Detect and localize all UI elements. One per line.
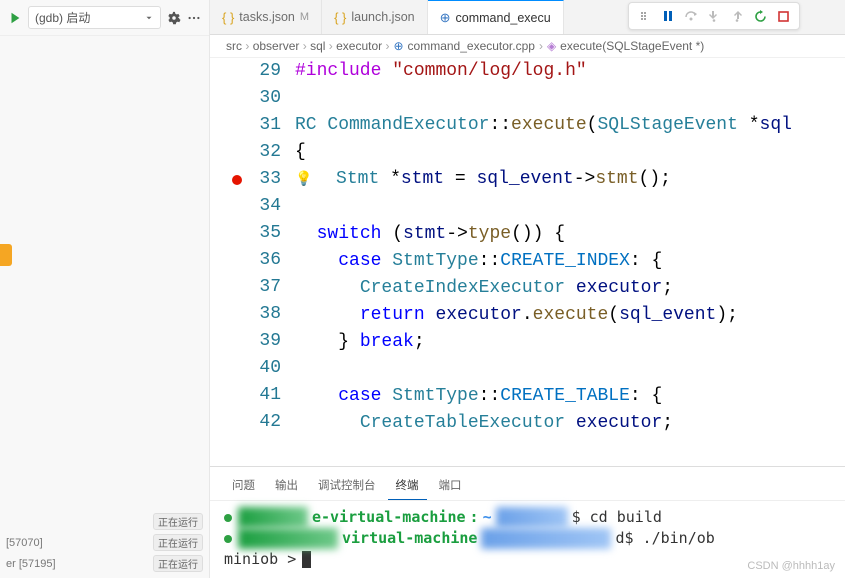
step-into-icon[interactable]	[704, 6, 724, 26]
tab-command_execu[interactable]: ⊕ command_execu	[428, 0, 564, 34]
line-number: 35	[210, 220, 281, 247]
code-line[interactable]: 💡 Stmt *stmt = sql_event->stmt();	[295, 166, 845, 194]
json-icon: { }	[222, 10, 234, 25]
tab-bar: { } tasks.json M { } launch.json ⊕ command_exe…	[210, 0, 845, 35]
code-line[interactable]: RC CommandExecutor::execute(SQLStageEven…	[295, 112, 845, 139]
panel-tab-1[interactable]: 输出	[267, 471, 306, 500]
line-gutter: 2930313233343536373839404142	[210, 58, 295, 466]
code-line[interactable]: case StmtType::CREATE_INDEX: {	[295, 248, 845, 275]
collapsed-section-handle[interactable]	[0, 244, 12, 266]
terminal-host: e-virtual-machine	[312, 507, 466, 528]
line-number: 42	[210, 409, 281, 436]
breadcrumb-segment[interactable]: observer	[253, 39, 300, 53]
line-number: 39	[210, 328, 281, 355]
sidebar: (gdb) 启动 正在运行 [57070] 正在运行 er [5719	[0, 0, 210, 578]
sidebar-body	[0, 36, 209, 507]
redacted-user: xxxx	[238, 507, 308, 528]
json-icon: { }	[334, 10, 346, 25]
code-line[interactable]: CreateTableExecutor executor;	[295, 410, 845, 437]
stop-icon[interactable]	[773, 6, 793, 26]
code-line[interactable]: switch (stmt->type()) {	[295, 221, 845, 248]
process-row[interactable]: er [57195] 正在运行	[6, 553, 203, 574]
terminal-prompt: miniob >	[224, 549, 296, 570]
code-editor[interactable]: 2930313233343536373839404142 #include "c…	[210, 58, 845, 466]
running-dot-icon	[224, 514, 232, 522]
code-line[interactable]: case StmtType::CREATE_TABLE: {	[295, 383, 845, 410]
panel-tab-0[interactable]: 问题	[224, 471, 263, 500]
code-line[interactable]: } break;	[295, 329, 845, 356]
breadcrumb-segment[interactable]: src	[226, 39, 242, 53]
breakpoint-icon[interactable]	[232, 175, 242, 185]
drag-handle-icon[interactable]	[635, 6, 655, 26]
terminal-cmd: d$ ./bin/ob	[615, 528, 714, 549]
process-label: [57070]	[6, 537, 43, 549]
terminal-host: virtual-machine	[342, 528, 477, 549]
panel-tab-4[interactable]: 端口	[431, 471, 470, 500]
watermark: CSDN @hhhh1ay	[747, 560, 835, 572]
terminal-cmd: $ cd build	[572, 507, 662, 528]
line-number: 41	[210, 382, 281, 409]
code-line[interactable]	[295, 356, 845, 383]
line-number: 38	[210, 301, 281, 328]
redacted-user: xxxx	[238, 528, 338, 549]
code-line[interactable]	[295, 85, 845, 112]
step-out-icon[interactable]	[727, 6, 747, 26]
code-line[interactable]: {	[295, 139, 845, 166]
cpp-file-icon: ⊕	[393, 39, 403, 53]
debug-config-bar: (gdb) 启动	[0, 0, 209, 36]
panel-tab-3[interactable]: 终端	[388, 471, 427, 500]
start-debug-icon[interactable]	[8, 11, 22, 25]
call-stack: 正在运行 [57070] 正在运行 er [57195] 正在运行	[0, 507, 209, 578]
cpp-icon: ⊕	[440, 10, 451, 26]
process-row[interactable]: 正在运行	[6, 511, 203, 532]
code-line[interactable]: return executor.execute(sql_event);	[295, 302, 845, 329]
tab-tasks-json[interactable]: { } tasks.json M	[210, 0, 322, 34]
code-line[interactable]: CreateIndexExecutor executor;	[295, 275, 845, 302]
chevron-down-icon	[144, 13, 154, 23]
line-number: 37	[210, 274, 281, 301]
editor-area: { } tasks.json M { } launch.json ⊕ command_exe…	[210, 0, 845, 578]
lightbulb-icon[interactable]: 💡	[295, 172, 312, 188]
pause-icon[interactable]	[658, 6, 678, 26]
tab-launch-json[interactable]: { } launch.json	[322, 0, 428, 34]
line-number: 33	[210, 166, 281, 193]
line-number: 30	[210, 85, 281, 112]
breadcrumb-symbol: execute(SQLStageEvent *)	[560, 39, 704, 53]
status-badge: 正在运行	[153, 534, 203, 551]
redacted-path: xx	[496, 507, 568, 528]
line-number: 40	[210, 355, 281, 382]
code-line[interactable]	[295, 194, 845, 221]
restart-icon[interactable]	[750, 6, 770, 26]
line-number: 31	[210, 112, 281, 139]
step-over-icon[interactable]	[681, 6, 701, 26]
debug-config-label: (gdb) 启动	[35, 9, 90, 26]
cursor-icon	[302, 551, 311, 568]
line-number: 34	[210, 193, 281, 220]
line-number: 32	[210, 139, 281, 166]
tab-label: tasks.json	[239, 10, 295, 24]
method-icon: ◈	[547, 39, 556, 53]
breadcrumb[interactable]: src › observer › sql › executor › ⊕ comm…	[210, 35, 845, 58]
process-label: er [57195]	[6, 558, 56, 570]
tab-label: launch.json	[351, 10, 414, 24]
breadcrumb-file: command_executor.cpp	[408, 39, 535, 53]
code-line[interactable]: #include "common/log/log.h"	[295, 58, 845, 85]
redacted-path: xx	[481, 528, 611, 549]
breadcrumb-segment[interactable]: executor	[336, 39, 382, 53]
panel-tabs: 问题输出调试控制台终端端口	[210, 467, 845, 501]
breadcrumb-segment[interactable]: sql	[310, 39, 325, 53]
status-badge: 正在运行	[153, 513, 203, 530]
debug-toolbar	[628, 2, 800, 30]
tab-label: command_execu	[456, 11, 551, 25]
more-icon[interactable]	[187, 11, 201, 25]
running-dot-icon	[224, 535, 232, 543]
gear-icon[interactable]	[167, 11, 181, 25]
modified-indicator: M	[300, 11, 309, 23]
process-row[interactable]: [57070] 正在运行	[6, 532, 203, 553]
line-number: 36	[210, 247, 281, 274]
line-number: 29	[210, 58, 281, 85]
status-badge: 正在运行	[153, 555, 203, 572]
debug-config-select[interactable]: (gdb) 启动	[28, 6, 161, 29]
panel-tab-2[interactable]: 调试控制台	[310, 471, 384, 500]
